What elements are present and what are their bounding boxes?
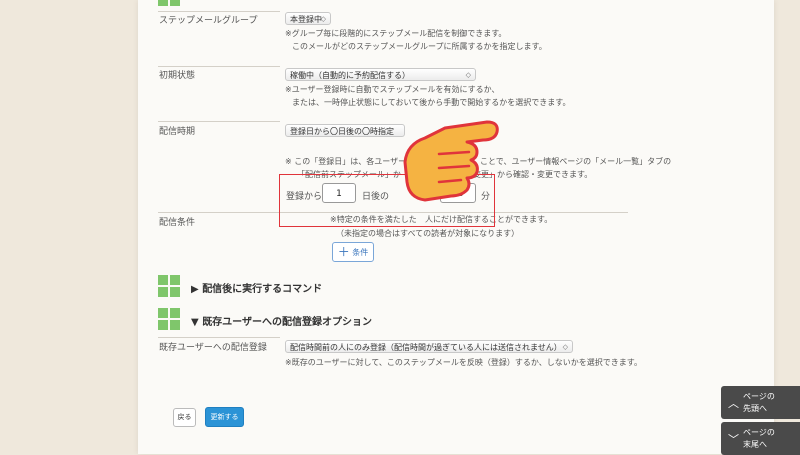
existing-users-note: ※既存のユーザーに対して、このステップメールを反映（登録）するか、しないかを選択… (285, 358, 642, 367)
step-group-select[interactable]: 本登録中 ◇ (285, 12, 331, 25)
initial-status-label: 初期状態 (159, 71, 196, 81)
delivery-condition-note-2: （未指定の場合はすべての読者が対象になります） (336, 229, 520, 238)
chevron-up-icon: ︿ (728, 397, 739, 410)
initial-status-value: 稼働中（自動的に予約配信する） (290, 71, 410, 80)
initial-status-note-1: ※ユーザー登録時に自動でステップメールを有効にするか、 (285, 85, 500, 94)
add-condition-button[interactable]: ＋ 条件 (332, 242, 374, 262)
update-button[interactable]: 更新する (205, 407, 244, 427)
existing-users-label: 既存ユーザーへの配信登録 (159, 343, 267, 353)
after-delivery-title[interactable]: ▶ 配信後に実行するコマンド (191, 280, 322, 295)
plus-icon: ＋ (337, 245, 350, 259)
step-group-value: 本登録中 (290, 15, 322, 24)
scroll-to-bottom-label-2: 末尾へ (743, 440, 767, 449)
select-arrow-icon: ◇ (320, 15, 326, 23)
delivery-timing-value: 登録日から〇日後の〇時指定 (290, 127, 394, 136)
divider (158, 66, 280, 67)
collapse-triangle-icon: ▼ (191, 317, 199, 328)
delivery-timing-note-1: ※ この「登録日」は、各ユーザー (285, 157, 407, 166)
delivery-timing-note-2: ことで、ユーザー情報ページの「メール一覧」タブの (480, 157, 672, 166)
existing-users-value: 配信時間前の人にのみ登録（配信時間が過ぎている人には送信されません） (290, 343, 562, 352)
initial-status-select[interactable]: 稼働中（自動的に予約配信する） ◇ (285, 68, 476, 81)
existing-users-title[interactable]: ▼ 既存ユーザーへの配信登録オプション (191, 313, 372, 328)
section-grid-icon-top (158, 0, 180, 6)
delivery-timing-select[interactable]: 登録日から〇日後の〇時指定 (285, 124, 405, 137)
expand-triangle-icon: ▶ (191, 284, 199, 295)
step-group-note-2: このメールがどのステップメールグループに所属するかを指定します。 (292, 42, 547, 51)
initial-status-note-2: または、一時停止状態にしておいて後から手動で開始するかを選択できます。 (292, 98, 571, 107)
section-grid-icon (158, 308, 180, 330)
delivery-condition-label: 配信条件 (159, 218, 196, 228)
step-group-label: ステップメールグループ (159, 16, 258, 26)
select-arrow-icon: ◇ (562, 343, 568, 351)
pointing-hand-icon (403, 120, 499, 202)
divider (158, 11, 280, 12)
scroll-to-bottom-label-1: ページの (743, 428, 775, 437)
back-button[interactable]: 戻る (173, 408, 196, 427)
chevron-down-icon: ﹀ (728, 433, 739, 446)
section-grid-icon (158, 275, 180, 297)
scroll-to-top-button[interactable]: ︿ ページの 先頭へ (721, 386, 800, 419)
add-condition-label: 条件 (352, 248, 369, 257)
select-arrow-icon: ◇ (465, 71, 471, 79)
step-group-note-1: ※グループ毎に段階的にステップメール配信を制御できます。 (285, 29, 507, 38)
scroll-to-bottom-button[interactable]: ﹀ ページの 末尾へ (721, 422, 800, 455)
existing-users-select[interactable]: 配信時間前の人にのみ登録（配信時間が過ぎている人には送信されません） ◇ (285, 340, 573, 353)
delivery-timing-label: 配信時期 (159, 127, 196, 137)
scroll-to-top-label-2: 先頭へ (743, 404, 767, 413)
scroll-to-top-label-1: ページの (743, 392, 775, 401)
divider (158, 337, 280, 338)
existing-users-title-text: 既存ユーザーへの配信登録オプション (202, 317, 372, 328)
after-delivery-title-text: 配信後に実行するコマンド (202, 284, 323, 295)
divider (158, 121, 280, 122)
